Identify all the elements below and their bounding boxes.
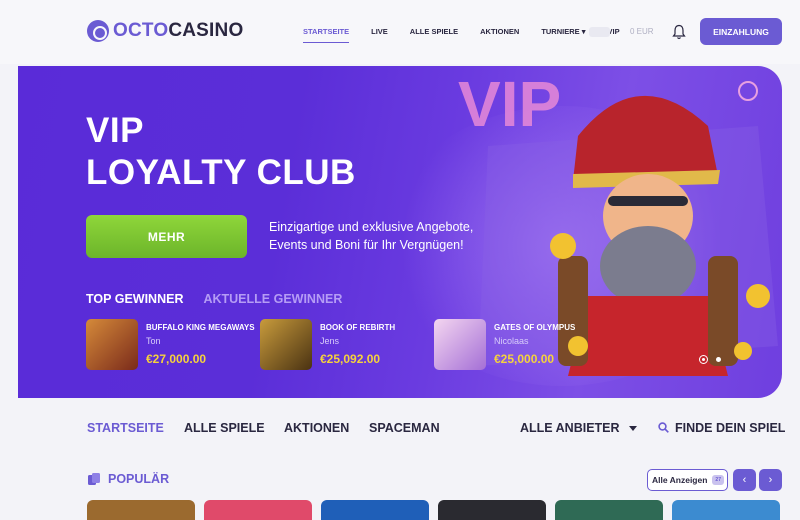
game-tile[interactable] bbox=[555, 500, 663, 520]
winner-amount: €25,092.00 bbox=[320, 352, 381, 366]
popular-heading: POPULÄR bbox=[108, 472, 170, 486]
chevron-down-icon[interactable] bbox=[629, 426, 637, 431]
winner-user-name: Nicolaas bbox=[494, 336, 529, 346]
deposit-button[interactable]: EINZAHLUNG bbox=[700, 18, 782, 45]
winner-game-name: GATES OF OLYMPUS bbox=[494, 323, 576, 332]
winner-game-name: BUFFALO KING MEGAWAYS bbox=[146, 323, 255, 332]
winner-user-name: Jens bbox=[320, 336, 340, 346]
show-all-label: Alle Anzeigen bbox=[652, 475, 708, 485]
nav-item-turniere[interactable]: TURNIERE ▾ bbox=[541, 27, 585, 43]
popular-games-row bbox=[87, 500, 789, 520]
nav-placeholder-pill bbox=[589, 27, 610, 37]
game-tile[interactable] bbox=[438, 500, 546, 520]
winner-card[interactable]: BUFFALO KING MEGAWAYS Ton €27,000.00 bbox=[86, 319, 260, 370]
carousel-dots bbox=[699, 355, 729, 364]
category-startseite[interactable]: STARTSEITE bbox=[87, 421, 164, 435]
banner-title: VIP LOYALTY CLUB bbox=[86, 110, 356, 194]
winner-amount: €25,000.00 bbox=[494, 352, 555, 366]
game-tile[interactable] bbox=[672, 500, 780, 520]
winner-user-name: Ton bbox=[146, 336, 161, 346]
site-logo[interactable]: OCTOCASINO bbox=[87, 20, 243, 42]
banner-description: Einzigartige und exklusive Angebote, Eve… bbox=[269, 218, 519, 254]
top-header: OCTOCASINO STARTSEITE LIVE ALLE SPIELE A… bbox=[0, 0, 800, 64]
banner-title-line1: VIP bbox=[86, 111, 144, 150]
winner-card[interactable]: GATES OF OLYMPUS Nicolaas €25,000.00 bbox=[434, 319, 608, 370]
game-thumbnail[interactable] bbox=[86, 319, 138, 370]
carousel-next-button[interactable]: › bbox=[759, 469, 782, 491]
show-all-count-badge: 27 bbox=[712, 475, 724, 485]
banner-description-line1: Einzigartige und exklusive Angebote, bbox=[269, 220, 474, 234]
game-search-link[interactable]: FINDE DEIN SPIEL bbox=[675, 421, 785, 435]
nav-item-startseite[interactable]: STARTSEITE bbox=[303, 27, 350, 43]
logo-text-octo: OCTO bbox=[113, 20, 169, 41]
category-spaceman[interactable]: SPACEMAN bbox=[369, 421, 440, 435]
notification-bell-icon[interactable] bbox=[672, 24, 686, 40]
winner-card[interactable]: BOOK OF REBIRTH Jens €25,092.00 bbox=[260, 319, 434, 370]
octopus-logo-icon bbox=[87, 20, 109, 42]
nav-item-alle-spiele[interactable]: ALLE SPIELE bbox=[410, 27, 458, 43]
cards-icon bbox=[88, 473, 100, 485]
mehr-button[interactable]: MEHR bbox=[86, 215, 247, 258]
balance-display: 0 EUR bbox=[630, 27, 654, 36]
vip-banner: VIP VIP LOYALTY CLUB MEHR Einzigartige u… bbox=[18, 66, 782, 398]
show-all-button[interactable]: Alle Anzeigen 27 bbox=[647, 469, 728, 491]
carousel-dot-active[interactable] bbox=[699, 355, 708, 364]
search-icon[interactable] bbox=[658, 422, 669, 433]
banner-description-line2: Events und Boni für Ihr Vergnügen! bbox=[269, 238, 464, 252]
nav-item-aktionen[interactable]: AKTIONEN bbox=[480, 27, 519, 43]
svg-text:VIP: VIP bbox=[458, 68, 561, 140]
banner-title-line2: LOYALTY CLUB bbox=[86, 153, 356, 192]
popular-section-header: POPULÄR bbox=[87, 472, 169, 486]
game-thumbnail[interactable] bbox=[260, 319, 312, 370]
game-tile[interactable] bbox=[321, 500, 429, 520]
game-thumbnail[interactable] bbox=[434, 319, 486, 370]
winner-game-name: BOOK OF REBIRTH bbox=[320, 323, 396, 332]
tab-aktuelle-gewinner[interactable]: AKTUELLE GEWINNER bbox=[203, 292, 342, 306]
winner-amount: €27,000.00 bbox=[146, 352, 207, 366]
category-aktionen[interactable]: AKTIONEN bbox=[284, 421, 349, 435]
carousel-dot[interactable] bbox=[716, 357, 721, 362]
winner-tabs: TOP GEWINNER AKTUELLE GEWINNER bbox=[86, 292, 342, 306]
game-category-nav: STARTSEITE ALLE SPIELE AKTIONEN SPACEMAN… bbox=[87, 421, 787, 437]
carousel-prev-button[interactable]: ‹ bbox=[733, 469, 756, 491]
logo-text-casino: CASINO bbox=[168, 20, 244, 41]
game-tile[interactable] bbox=[204, 500, 312, 520]
game-tile[interactable] bbox=[87, 500, 195, 520]
category-alle-spiele[interactable]: ALLE SPIELE bbox=[184, 421, 265, 435]
winner-list: BUFFALO KING MEGAWAYS Ton €27,000.00 BOO… bbox=[86, 319, 608, 370]
nav-item-live[interactable]: LIVE bbox=[371, 27, 388, 43]
tab-top-gewinner[interactable]: TOP GEWINNER bbox=[86, 292, 183, 306]
provider-dropdown[interactable]: ALLE ANBIETER bbox=[520, 421, 620, 435]
